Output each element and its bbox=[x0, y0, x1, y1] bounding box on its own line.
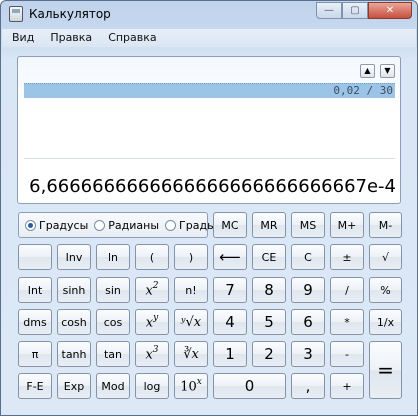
cosh-button[interactable]: cosh bbox=[57, 309, 91, 335]
divide-button[interactable]: / bbox=[330, 277, 364, 303]
mod-button[interactable]: Mod bbox=[96, 373, 130, 399]
tanh-button[interactable]: tanh bbox=[57, 341, 91, 367]
digit-2-button[interactable]: 2 bbox=[252, 341, 286, 367]
digit-0-button[interactable]: 0 bbox=[213, 373, 286, 399]
radio-degrees[interactable]: Градусы bbox=[25, 219, 88, 232]
history-down-button[interactable]: ▼ bbox=[380, 64, 395, 78]
reciprocal-button[interactable]: 1/x bbox=[369, 309, 402, 335]
power-label: xy bbox=[145, 312, 159, 331]
decimal-button[interactable]: , bbox=[291, 373, 325, 399]
window-title: Калькулятор bbox=[29, 7, 111, 21]
calculator-window: Калькулятор — ▢ ✕ Вид Правка Справка ▲ ▼… bbox=[0, 0, 418, 416]
memory-add-button[interactable]: M+ bbox=[330, 212, 364, 238]
cube-root-button[interactable]: ∛x bbox=[174, 341, 208, 367]
yroot-label: ʸ√x bbox=[180, 314, 202, 330]
radio-degrees-label: Градусы bbox=[39, 218, 89, 232]
menu-view[interactable]: Вид bbox=[2, 29, 40, 47]
ten-power-button[interactable]: 10x bbox=[174, 373, 208, 399]
cube-root-label: ∛x bbox=[183, 346, 199, 362]
multiply-button[interactable]: * bbox=[330, 309, 364, 335]
digit-6-button[interactable]: 6 bbox=[291, 309, 325, 335]
dms-button[interactable]: dms bbox=[18, 309, 52, 335]
close-paren-button[interactable]: ) bbox=[174, 244, 208, 270]
history-expression-row[interactable]: 0,02 / 30 bbox=[24, 83, 395, 98]
calculator-app-icon bbox=[9, 6, 23, 22]
digit-3-button[interactable]: 3 bbox=[291, 341, 325, 367]
digit-7-button[interactable]: 7 bbox=[213, 277, 247, 303]
square-root-button[interactable]: √ bbox=[369, 244, 402, 270]
title-bar[interactable]: Калькулятор — ▢ ✕ bbox=[1, 1, 417, 28]
plus-button[interactable]: + bbox=[330, 373, 364, 399]
history-up-button[interactable]: ▲ bbox=[360, 64, 375, 78]
backspace-button[interactable]: ⟵ bbox=[213, 244, 247, 270]
memory-recall-button[interactable]: MR bbox=[252, 212, 286, 238]
ten-power-label: 10x bbox=[180, 376, 202, 395]
digit-9-button[interactable]: 9 bbox=[291, 277, 325, 303]
radio-grads[interactable]: Грады bbox=[165, 219, 216, 232]
result-value: 6,6666666666666666666666666667e-4 bbox=[29, 176, 396, 197]
radio-radians-label: Радианы bbox=[108, 218, 160, 232]
memory-subtract-button[interactable]: M- bbox=[369, 212, 402, 238]
minimize-button[interactable]: — bbox=[316, 2, 342, 19]
ln-button[interactable]: ln bbox=[96, 244, 130, 270]
percent-button[interactable]: % bbox=[369, 277, 402, 303]
history-expression: 0,02 / 30 bbox=[333, 84, 393, 97]
square-button[interactable]: x2 bbox=[135, 277, 169, 303]
radio-radians[interactable]: Радианы bbox=[94, 219, 159, 232]
blank-button[interactable] bbox=[18, 244, 52, 270]
pi-button[interactable]: π bbox=[18, 341, 52, 367]
power-button[interactable]: xy bbox=[135, 309, 169, 335]
memory-store-button[interactable]: MS bbox=[291, 212, 325, 238]
square-label: x2 bbox=[145, 280, 159, 299]
tan-button[interactable]: tan bbox=[96, 341, 130, 367]
backspace-icon: ⟵ bbox=[219, 248, 241, 266]
digit-5-button[interactable]: 5 bbox=[252, 309, 286, 335]
calculator-display: ▲ ▼ 0,02 / 30 6,666666666666666666666666… bbox=[17, 56, 401, 204]
display-separator bbox=[24, 158, 395, 159]
memory-clear-button[interactable]: MC bbox=[213, 212, 247, 238]
radio-radians-dot[interactable] bbox=[94, 219, 106, 231]
inv-button[interactable]: Inv bbox=[57, 244, 91, 270]
digit-4-button[interactable]: 4 bbox=[213, 309, 247, 335]
yroot-button[interactable]: ʸ√x bbox=[174, 309, 208, 335]
menu-help[interactable]: Справка bbox=[98, 29, 162, 47]
int-button[interactable]: Int bbox=[18, 277, 52, 303]
radio-degrees-dot[interactable] bbox=[25, 219, 36, 231]
exp-button[interactable]: Exp bbox=[57, 373, 91, 399]
open-paren-button[interactable]: ( bbox=[135, 244, 169, 270]
sinh-button[interactable]: sinh bbox=[57, 277, 91, 303]
clear-entry-button[interactable]: CE bbox=[252, 244, 286, 270]
radio-grads-dot[interactable] bbox=[165, 219, 177, 231]
minus-button[interactable]: - bbox=[330, 341, 364, 367]
menu-edit[interactable]: Правка bbox=[40, 29, 98, 47]
angle-units-group: Градусы Радианы Грады bbox=[18, 212, 216, 238]
cube-label: x3 bbox=[145, 344, 159, 363]
radio-grads-label: Грады bbox=[179, 218, 216, 232]
clear-button[interactable]: C bbox=[291, 244, 325, 270]
log-button[interactable]: log bbox=[135, 373, 169, 399]
fe-button[interactable]: F-E bbox=[18, 373, 52, 399]
digit-1-button[interactable]: 1 bbox=[213, 341, 247, 367]
close-button[interactable]: ✕ bbox=[368, 2, 412, 19]
cube-button[interactable]: x3 bbox=[135, 341, 169, 367]
maximize-button[interactable]: ▢ bbox=[342, 2, 368, 19]
digit-8-button[interactable]: 8 bbox=[252, 277, 286, 303]
plus-minus-button[interactable]: ± bbox=[330, 244, 364, 270]
cos-button[interactable]: cos bbox=[96, 309, 130, 335]
factorial-button[interactable]: n! bbox=[174, 277, 208, 303]
menu-bar: Вид Правка Справка bbox=[2, 29, 416, 47]
caption-buttons: — ▢ ✕ bbox=[316, 2, 412, 19]
equals-button[interactable]: = bbox=[369, 341, 402, 399]
sin-button[interactable]: sin bbox=[96, 277, 130, 303]
